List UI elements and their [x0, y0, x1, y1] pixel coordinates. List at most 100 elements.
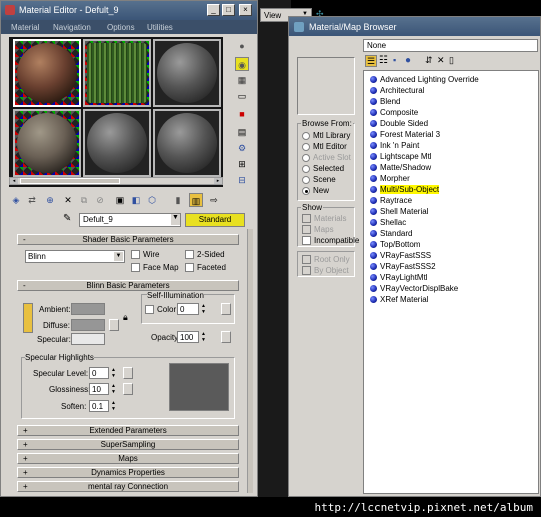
- list-item[interactable]: Raytrace: [370, 195, 412, 206]
- list-item-selected[interactable]: Multi/Sub-Object: [370, 184, 440, 195]
- list-item[interactable]: Lightscape Mtl: [370, 151, 432, 162]
- list-item[interactable]: Double Sided: [370, 118, 428, 129]
- show-map-in-viewport-icon[interactable]: ⬡: [145, 193, 159, 207]
- sample-slot-4[interactable]: [13, 109, 81, 177]
- sample-slot-6[interactable]: [153, 109, 221, 177]
- backlight-icon[interactable]: ◉: [235, 57, 249, 71]
- self-illum-map-button[interactable]: [221, 303, 231, 315]
- list-item[interactable]: Forest Material 3: [370, 129, 440, 140]
- self-illum-spinner[interactable]: ▲ ▼: [200, 303, 207, 315]
- material-editor-titlebar[interactable]: Material Editor - Defult_9 _ □ ×: [1, 1, 257, 20]
- view-small-icons-icon[interactable]: ▪: [393, 55, 396, 65]
- video-check-icon[interactable]: ■: [235, 107, 249, 121]
- dynamics-properties-rollout[interactable]: + Dynamics Properties: [17, 467, 239, 478]
- make-preview-icon[interactable]: ▤: [235, 125, 249, 139]
- put-to-library-icon[interactable]: ▣: [113, 193, 127, 207]
- glossiness-spinner[interactable]: ▲ ▼: [110, 383, 117, 395]
- menu-material[interactable]: Material: [11, 23, 39, 32]
- browse-scene-radio[interactable]: [302, 176, 310, 184]
- list-item[interactable]: Composite: [370, 107, 418, 118]
- list-item[interactable]: Shell Material: [370, 206, 428, 217]
- list-item[interactable]: Matte/Shadow: [370, 162, 431, 173]
- wire-checkbox[interactable]: [131, 250, 140, 259]
- background-icon[interactable]: ▦: [235, 73, 249, 87]
- menu-options[interactable]: Options: [107, 23, 135, 32]
- list-item[interactable]: Top/Bottom: [370, 239, 420, 250]
- shader-type-select[interactable]: Blinn ▼: [25, 250, 125, 263]
- opacity-field[interactable]: 100: [177, 331, 199, 343]
- sample-slot-2[interactable]: [83, 39, 151, 107]
- update-scene-materials-icon[interactable]: ⇵: [425, 55, 433, 66]
- options-icon[interactable]: ⚙: [235, 141, 249, 155]
- specular-color-swatch[interactable]: [71, 333, 105, 345]
- minimize-button[interactable]: _: [207, 4, 220, 16]
- extended-parameters-rollout[interactable]: + Extended Parameters: [17, 425, 239, 436]
- sample-type-icon[interactable]: ●: [235, 39, 249, 53]
- close-button[interactable]: ×: [239, 4, 252, 16]
- self-illum-field[interactable]: 0: [177, 303, 199, 315]
- select-by-material-icon[interactable]: ⊞: [235, 157, 249, 171]
- ambient-color-swatch[interactable]: [71, 303, 105, 315]
- material-type-button[interactable]: Standard: [185, 213, 245, 227]
- faceted-checkbox[interactable]: [185, 263, 194, 272]
- get-material-icon[interactable]: ◈: [9, 193, 23, 207]
- diffuse-color-swatch[interactable]: [71, 319, 105, 331]
- lock-ambient-diffuse-icon[interactable]: [23, 303, 33, 333]
- list-item[interactable]: Blend: [370, 96, 400, 107]
- list-item[interactable]: Architectural: [370, 85, 424, 96]
- specular-level-spinner[interactable]: ▲ ▼: [110, 367, 117, 379]
- browse-mtl-library-radio[interactable]: [302, 132, 310, 140]
- menu-utilities[interactable]: Utilities: [147, 23, 173, 32]
- go-forward-icon[interactable]: ⇨: [207, 193, 221, 207]
- view-large-icons-icon[interactable]: ●: [405, 55, 411, 66]
- soften-spinner[interactable]: ▲ ▼: [110, 400, 117, 412]
- list-item[interactable]: Advanced Lighting Override: [370, 74, 479, 85]
- copy-material-icon[interactable]: ⧉: [77, 193, 91, 207]
- menu-navigation[interactable]: Navigation: [53, 23, 91, 32]
- maximize-button[interactable]: □: [222, 4, 235, 16]
- sample-slot-1[interactable]: [13, 39, 81, 107]
- browse-new-radio[interactable]: [302, 187, 310, 195]
- blinn-rollout-header[interactable]: - Blinn Basic Parameters: [17, 280, 239, 291]
- delete-from-library-icon[interactable]: ✕: [437, 55, 445, 66]
- browse-mtl-editor-radio[interactable]: [302, 143, 310, 151]
- material-navigator-icon[interactable]: ⊟: [235, 173, 249, 187]
- sample-slot-3[interactable]: [153, 39, 221, 107]
- material-effects-channel-icon[interactable]: ◧: [129, 193, 143, 207]
- soften-field[interactable]: 0.1: [89, 400, 109, 412]
- scroll-thumb[interactable]: [20, 178, 120, 184]
- sample-slot-5[interactable]: [83, 109, 151, 177]
- material-name-field[interactable]: Defult_9: [79, 213, 181, 227]
- specular-level-map-button[interactable]: [123, 367, 133, 379]
- make-unique-icon[interactable]: ⊘: [93, 193, 107, 207]
- show-incompatible-checkbox[interactable]: [302, 236, 311, 245]
- go-to-parent-icon[interactable]: ▥: [189, 193, 203, 207]
- view-list-icons-icon[interactable]: ☷: [379, 55, 388, 66]
- show-end-result-icon[interactable]: ▮: [171, 193, 185, 207]
- view-list-icon[interactable]: ☰: [365, 55, 377, 67]
- diffuse-map-button[interactable]: [109, 319, 119, 331]
- list-item[interactable]: Shellac: [370, 217, 406, 228]
- list-item[interactable]: Standard: [370, 228, 412, 239]
- pick-material-icon[interactable]: ✎: [63, 213, 71, 224]
- glossiness-field[interactable]: 10: [89, 383, 109, 395]
- clear-library-icon[interactable]: ▯: [449, 55, 454, 66]
- list-item[interactable]: VRayFastSSS: [370, 250, 431, 261]
- material-name-dropdown-icon[interactable]: ▼: [171, 214, 180, 225]
- shader-rollout-header[interactable]: - Shader Basic Parameters: [17, 234, 239, 245]
- browse-selected-radio[interactable]: [302, 165, 310, 173]
- face-map-checkbox[interactable]: [131, 263, 140, 272]
- self-illum-color-checkbox[interactable]: [145, 305, 154, 314]
- glossiness-map-button[interactable]: [123, 383, 133, 395]
- browser-titlebar[interactable]: Material/Map Browser: [289, 17, 540, 36]
- mental-ray-connection-rollout[interactable]: + mental ray Connection: [17, 481, 239, 492]
- maps-rollout[interactable]: + Maps: [17, 453, 239, 464]
- panel-scrollbar[interactable]: [247, 229, 253, 493]
- scroll-right-icon[interactable]: ▸: [214, 178, 222, 184]
- supersampling-rollout[interactable]: + SuperSampling: [17, 439, 239, 450]
- reset-map-icon[interactable]: ✕: [61, 193, 75, 207]
- assign-to-selection-icon[interactable]: ⊕: [43, 193, 57, 207]
- scroll-left-icon[interactable]: ◂: [10, 178, 18, 184]
- list-item[interactable]: VRayLightMtl: [370, 272, 428, 283]
- list-item[interactable]: XRef Material: [370, 294, 428, 305]
